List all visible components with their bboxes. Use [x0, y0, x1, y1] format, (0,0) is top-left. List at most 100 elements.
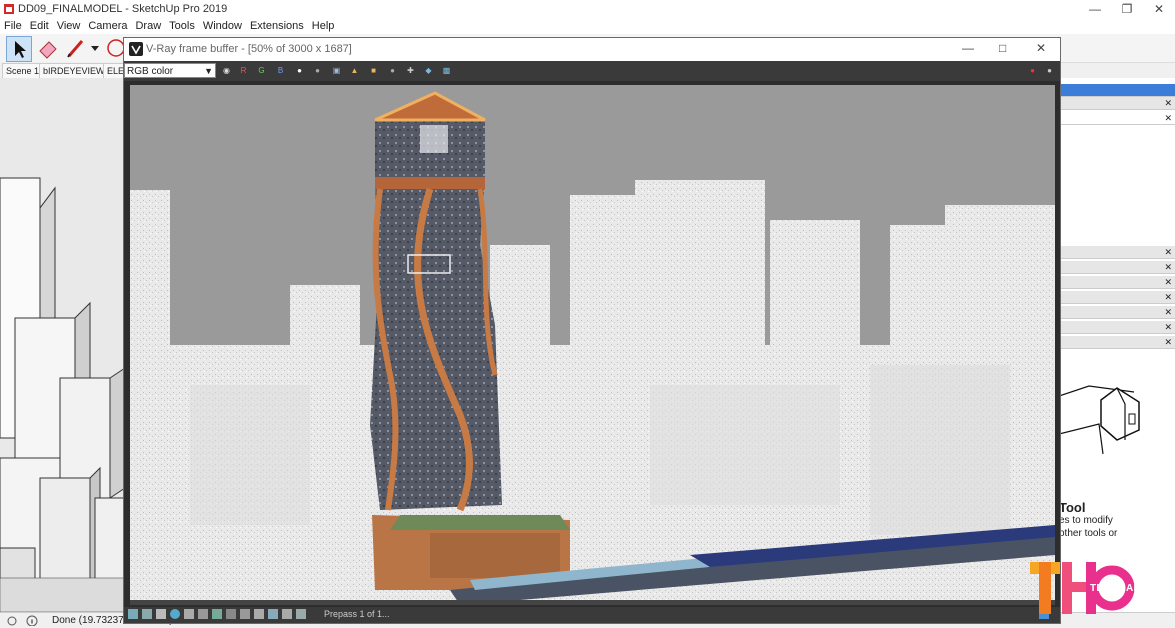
- tray-panel[interactable]: ✕: [1059, 112, 1175, 125]
- channel-select[interactable]: RGB color ▼: [124, 63, 216, 78]
- scene-tabs: Scene 1 bIRDEYEVIEW ELE: [0, 62, 130, 79]
- close-icon[interactable]: ✕: [1164, 291, 1172, 303]
- history-icon[interactable]: [128, 609, 138, 619]
- instructor-text: other tools or: [1059, 528, 1118, 539]
- layers-icon[interactable]: [184, 609, 194, 619]
- teapot-render-icon[interactable]: ●: [1043, 64, 1056, 77]
- tray-panel[interactable]: ✕: [1059, 276, 1175, 289]
- close-icon[interactable]: ✕: [1036, 41, 1046, 55]
- menu-help[interactable]: Help: [308, 18, 339, 34]
- sketchup-logo-icon: [4, 4, 14, 14]
- menu-window[interactable]: Window: [199, 18, 246, 34]
- vray-title: V-Ray frame buffer - [50% of 3000 x 1687…: [146, 43, 352, 55]
- track-mouse-icon[interactable]: ●: [386, 64, 399, 77]
- fit-icon[interactable]: [212, 609, 222, 619]
- tray-panel[interactable]: ✕: [1059, 291, 1175, 304]
- instructor-text: es to modify: [1059, 515, 1113, 526]
- link-icon[interactable]: ◆: [422, 64, 435, 77]
- close-icon[interactable]: ✕: [1164, 246, 1172, 258]
- eraser-tool-button[interactable]: [36, 36, 60, 60]
- techhangout-watermark: TECHHANGOUT: [1030, 558, 1175, 616]
- vray-logo-icon: [129, 42, 143, 56]
- curve-icon[interactable]: [268, 609, 278, 619]
- gray-dot-icon[interactable]: ●: [311, 64, 324, 77]
- vray-bottom-toolbar: Prepass 1 of 1...: [124, 607, 1060, 623]
- tray-panel[interactable]: ✕: [1059, 261, 1175, 274]
- region-render-icon[interactable]: ✚: [404, 64, 417, 77]
- maximize-icon[interactable]: □: [999, 41, 1006, 55]
- prepass-status: Prepass 1 of 1...: [324, 609, 390, 619]
- pencil-icon: [67, 40, 84, 58]
- channel-value: RGB color: [127, 66, 174, 77]
- sphere-icon[interactable]: [226, 609, 236, 619]
- tray-panel[interactable]: ✕: [1059, 97, 1175, 110]
- display-correction-icon[interactable]: ▩: [440, 64, 453, 77]
- compare-icon[interactable]: [198, 609, 208, 619]
- clear-image-icon[interactable]: ■: [367, 64, 380, 77]
- blue-channel-button[interactable]: B: [274, 64, 287, 77]
- scene-tab-birdeye[interactable]: bIRDEYEVIEW: [39, 63, 109, 79]
- render-image[interactable]: [130, 85, 1055, 605]
- tray-panel[interactable]: ✕: [1059, 321, 1175, 334]
- menu-draw[interactable]: Draw: [131, 18, 165, 34]
- pencil-tool-button[interactable]: [64, 36, 88, 60]
- close-icon[interactable]: ✕: [1164, 306, 1172, 318]
- info-icon[interactable]: [26, 615, 38, 626]
- select-tool-button[interactable]: [6, 36, 32, 62]
- arrow-cursor-icon: [15, 41, 26, 58]
- app-title: DD09_FINALMODEL - SketchUp Pro 2019: [18, 3, 228, 15]
- white-dot-icon[interactable]: ●: [293, 64, 306, 77]
- restore-icon[interactable]: ❐: [1112, 0, 1142, 18]
- save-image-icon[interactable]: ▣: [330, 64, 343, 77]
- close-icon[interactable]: ✕: [1164, 112, 1172, 124]
- eraser-icon: [39, 41, 57, 59]
- white-balance-icon[interactable]: [296, 609, 306, 619]
- default-tray: ✕ ✕ ✕ ✕ ✕ ✕ ✕ ✕ ✕ Tool es to modify othe…: [1058, 78, 1175, 612]
- menu-camera[interactable]: Camera: [84, 18, 131, 34]
- menu-tools[interactable]: Tools: [165, 18, 199, 34]
- level-icon[interactable]: [240, 609, 250, 619]
- status-icon[interactable]: [6, 615, 18, 626]
- folder-icon[interactable]: ▲: [348, 64, 361, 77]
- instructor-house-illustration: [1059, 385, 1140, 455]
- stamp-icon[interactable]: [156, 609, 166, 619]
- tray-header[interactable]: [1059, 84, 1175, 97]
- tray-panel[interactable]: ✕: [1059, 336, 1175, 349]
- color-picker-icon[interactable]: ◉: [220, 64, 233, 77]
- menu-view[interactable]: View: [53, 18, 85, 34]
- green-channel-button[interactable]: G: [255, 64, 268, 77]
- tower-render-graphic: [130, 85, 1055, 605]
- tray-panel[interactable]: ✕: [1059, 246, 1175, 259]
- red-channel-button[interactable]: R: [237, 64, 250, 77]
- minimize-icon[interactable]: —: [962, 41, 974, 55]
- brand-name: TECHHANGOUT: [1090, 583, 1172, 594]
- menu-bar: File Edit View Camera Draw Tools Window Extensi…: [0, 18, 1175, 34]
- chevron-down-icon: [91, 46, 99, 51]
- model-view-graphic: [0, 78, 128, 612]
- vray-frame-buffer-window[interactable]: V-Ray frame buffer - [50% of 3000 x 1687…: [123, 37, 1061, 624]
- close-icon[interactable]: ✕: [1164, 97, 1172, 109]
- exposure-icon[interactable]: [254, 609, 264, 619]
- close-icon[interactable]: ✕: [1144, 0, 1174, 18]
- scene-tab-1[interactable]: Scene 1: [2, 63, 44, 79]
- sketchup-viewport[interactable]: [0, 78, 128, 612]
- color-corrections-icon[interactable]: [170, 609, 180, 619]
- pencil-dropdown-button[interactable]: [88, 36, 102, 60]
- app-title-bar: DD09_FINALMODEL - SketchUp Pro 2019 — ❐ …: [0, 0, 1175, 18]
- close-icon[interactable]: ✕: [1164, 321, 1172, 333]
- lens-effects-icon[interactable]: [142, 609, 152, 619]
- close-icon[interactable]: ✕: [1164, 336, 1172, 348]
- close-icon[interactable]: ✕: [1164, 261, 1172, 273]
- hsl-icon[interactable]: [282, 609, 292, 619]
- menu-edit[interactable]: Edit: [26, 18, 53, 34]
- instructor-title: Tool: [1059, 500, 1086, 515]
- menu-extensions[interactable]: Extensions: [246, 18, 308, 34]
- chevron-down-icon: ▼: [204, 66, 213, 76]
- vray-title-bar[interactable]: V-Ray frame buffer - [50% of 3000 x 1687…: [124, 38, 1060, 61]
- menu-file[interactable]: File: [0, 18, 26, 34]
- minimize-icon[interactable]: —: [1080, 0, 1110, 18]
- close-icon[interactable]: ✕: [1164, 276, 1172, 288]
- stop-render-icon[interactable]: ●: [1026, 64, 1039, 77]
- tray-panel[interactable]: ✕: [1059, 306, 1175, 319]
- vray-toolbar: RGB color ▼ ◉ R G B ● ● ▣ ▲ ■ ● ✚ ◆ ▩ ● …: [124, 61, 1060, 81]
